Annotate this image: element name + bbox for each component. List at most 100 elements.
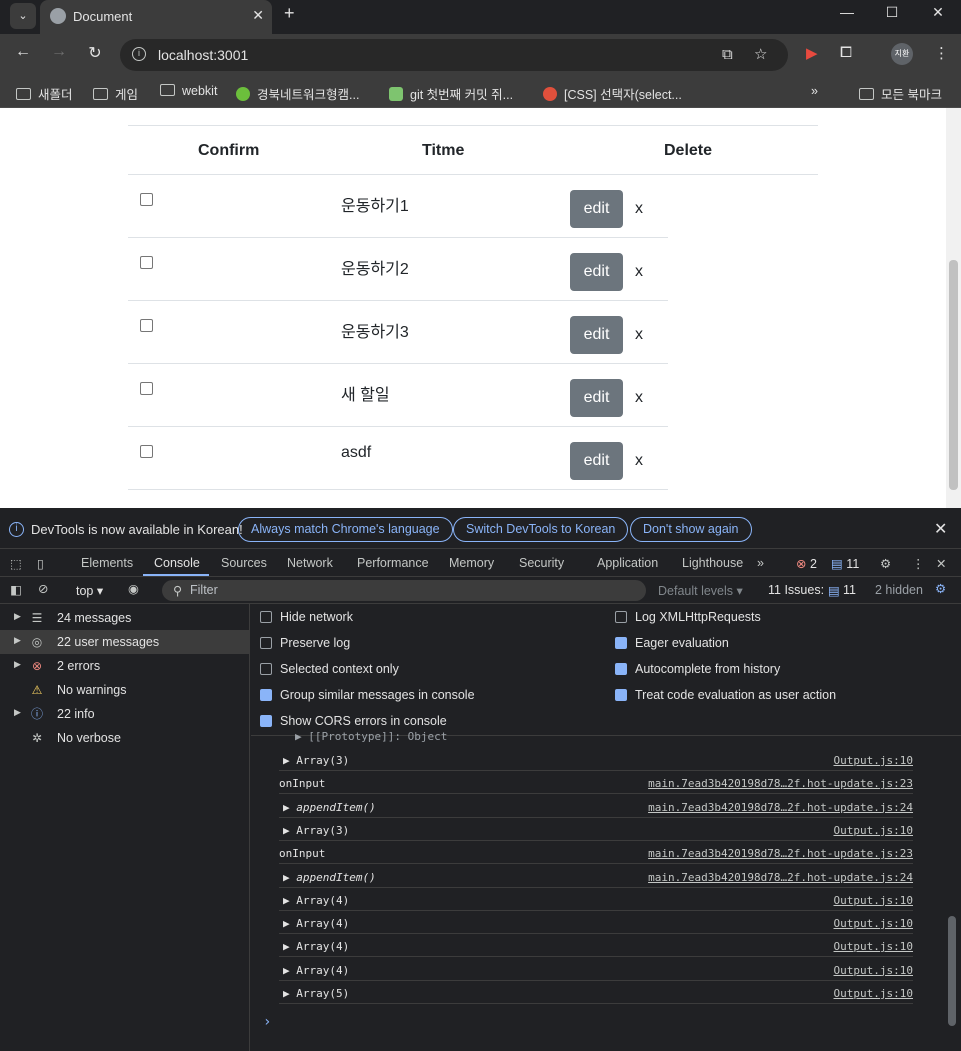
log-source-link[interactable]: main.7ead3b420198d78…2f.hot-update.js:23 (648, 777, 913, 790)
setting-checkbox[interactable] (260, 637, 272, 649)
setting-checkbox[interactable] (615, 611, 627, 623)
inspect-element-icon[interactable]: ⬚ (10, 556, 22, 571)
setting-option[interactable]: Group similar messages in console (260, 688, 475, 702)
log-message[interactable]: ▶ appendItem() (283, 871, 376, 884)
log-entry[interactable]: ▶ Array(3) Output.js:10 (279, 748, 913, 771)
log-source-link[interactable]: Output.js:10 (834, 917, 913, 930)
sidebar-item[interactable]: ✲ No verbose (0, 726, 249, 750)
switch-korean-button[interactable]: Switch DevTools to Korean (453, 517, 629, 542)
settings-gear-icon[interactable]: ⚙ (880, 556, 891, 571)
bookmark-link[interactable]: git 첫번째 커밋 쥐... (389, 84, 513, 103)
sidebar-item[interactable]: ▶ ◎ 22 user messages (0, 630, 249, 654)
log-message[interactable]: ▶ Array(4) (283, 964, 349, 977)
confirm-checkbox[interactable] (140, 382, 153, 395)
console-prompt-icon[interactable]: › (263, 1014, 271, 1030)
setting-checkbox[interactable] (260, 611, 272, 623)
log-source-link[interactable]: Output.js:10 (834, 940, 913, 953)
log-source-link[interactable]: main.7ead3b420198d78…2f.hot-update.js:24 (648, 801, 913, 814)
log-source-link[interactable]: Output.js:10 (834, 754, 913, 767)
log-message[interactable]: ▶ Array(3) (283, 824, 349, 837)
setting-option[interactable]: Selected context only (260, 662, 399, 676)
edit-button[interactable]: edit (570, 379, 623, 417)
device-toolbar-icon[interactable]: ▯ (37, 556, 44, 571)
log-message[interactable]: ▶ Array(4) (283, 917, 349, 930)
tab-memory[interactable]: Memory (449, 556, 494, 570)
setting-checkbox[interactable] (260, 689, 272, 701)
menu-icon[interactable]: ⋮ (934, 44, 949, 62)
setting-checkbox[interactable] (260, 715, 272, 727)
tab-network[interactable]: Network (287, 556, 333, 570)
log-source-link[interactable]: Output.js:10 (834, 894, 913, 907)
browser-tab[interactable]: Document ✕ (40, 0, 272, 34)
url-text[interactable]: localhost:3001 (158, 47, 248, 63)
tab-search-button[interactable]: ⌄ (10, 3, 36, 29)
log-entry[interactable]: ▶ Array(3) Output.js:10 (279, 818, 913, 841)
issues-label[interactable]: 11 Issues: (768, 583, 824, 597)
more-tabs-icon[interactable]: » (757, 556, 764, 570)
confirm-checkbox[interactable] (140, 445, 153, 458)
log-source-link[interactable]: Output.js:10 (834, 964, 913, 977)
expand-arrow-icon[interactable]: ▶ (14, 611, 21, 622)
delete-button[interactable]: x (635, 326, 643, 344)
edit-button[interactable]: edit (570, 442, 623, 480)
log-entry[interactable]: ▶ Array(4) Output.js:10 (279, 958, 913, 981)
page-scrollbar[interactable] (946, 108, 961, 508)
delete-button[interactable]: x (635, 452, 643, 470)
delete-button[interactable]: x (635, 263, 643, 281)
close-window-button[interactable]: ✕ (915, 4, 961, 21)
live-expression-eye-icon[interactable]: ◉ (128, 581, 139, 596)
log-source-link[interactable]: main.7ead3b420198d78…2f.hot-update.js:24 (648, 871, 913, 884)
tab-security[interactable]: Security (519, 556, 564, 570)
profile-avatar[interactable]: 지환 (891, 43, 913, 65)
site-info-icon[interactable]: i (132, 47, 146, 61)
setting-option[interactable]: Eager evaluation (615, 636, 729, 650)
log-entry[interactable]: ▶ Array(5) Output.js:10 (279, 981, 913, 1004)
setting-option[interactable]: Hide network (260, 610, 353, 624)
tab-elements[interactable]: Elements (81, 556, 133, 570)
log-message[interactable]: ▶ Array(4) (283, 940, 349, 953)
bookmark-link[interactable]: [CSS] 선택자(select... (543, 84, 682, 103)
more-bookmarks-icon[interactable]: » (811, 84, 818, 98)
back-icon[interactable]: ← (11, 43, 35, 61)
log-message[interactable]: onInput (279, 847, 325, 860)
log-entry[interactable]: ▶ Array(4) Output.js:10 (279, 888, 913, 911)
log-source-link[interactable]: Output.js:10 (834, 987, 913, 1000)
forward-icon[interactable]: → (47, 43, 71, 61)
log-entry[interactable]: ▶ Array(4) Output.js:10 (279, 911, 913, 935)
issue-count-icon[interactable]: ▤ 11 (831, 556, 859, 571)
log-source-link[interactable]: main.7ead3b420198d78…2f.hot-update.js:23 (648, 847, 913, 860)
setting-checkbox[interactable] (615, 637, 627, 649)
console-scrollbar-thumb[interactable] (948, 916, 956, 1026)
bookmark-folder[interactable]: webkit (160, 84, 217, 98)
setting-option[interactable]: Autocomplete from history (615, 662, 780, 676)
tab-sources[interactable]: Sources (221, 556, 267, 570)
delete-button[interactable]: x (635, 389, 643, 407)
setting-checkbox[interactable] (615, 663, 627, 675)
console-settings-icon[interactable]: ⚙ (935, 581, 946, 596)
close-tab-icon[interactable]: ✕ (252, 7, 264, 24)
confirm-checkbox[interactable] (140, 256, 153, 269)
extension-record-icon[interactable]: ▶ (806, 44, 818, 62)
close-infobar-icon[interactable]: ✕ (934, 519, 947, 539)
tab-application[interactable]: Application (597, 556, 658, 570)
setting-checkbox[interactable] (615, 689, 627, 701)
bookmark-folder[interactable]: 새폴더 (16, 84, 73, 103)
console-scrollbar[interactable] (946, 736, 958, 1051)
address-bar[interactable]: i localhost:3001 ⧉ ☆ (120, 39, 788, 71)
setting-option[interactable]: Log XMLHttpRequests (615, 610, 761, 624)
extensions-icon[interactable]: ⧠ (840, 44, 852, 61)
confirm-checkbox[interactable] (140, 319, 153, 332)
confirm-checkbox[interactable] (140, 193, 153, 206)
reload-icon[interactable]: ↻ (83, 43, 107, 63)
sidebar-toggle-icon[interactable]: ◧ (10, 582, 22, 597)
scrollbar-thumb[interactable] (949, 260, 958, 490)
log-entry[interactable]: ▶ Array(4) Output.js:10 (279, 934, 913, 958)
log-message[interactable]: ▶ appendItem() (283, 801, 376, 814)
edit-button[interactable]: edit (570, 253, 623, 291)
minimize-button[interactable]: — (824, 4, 870, 20)
edit-button[interactable]: edit (570, 190, 623, 228)
setting-checkbox[interactable] (260, 663, 272, 675)
tab-console[interactable]: Console (154, 556, 200, 570)
log-message[interactable]: ▶ Array(5) (283, 987, 349, 1000)
maximize-button[interactable]: ☐ (869, 4, 915, 21)
